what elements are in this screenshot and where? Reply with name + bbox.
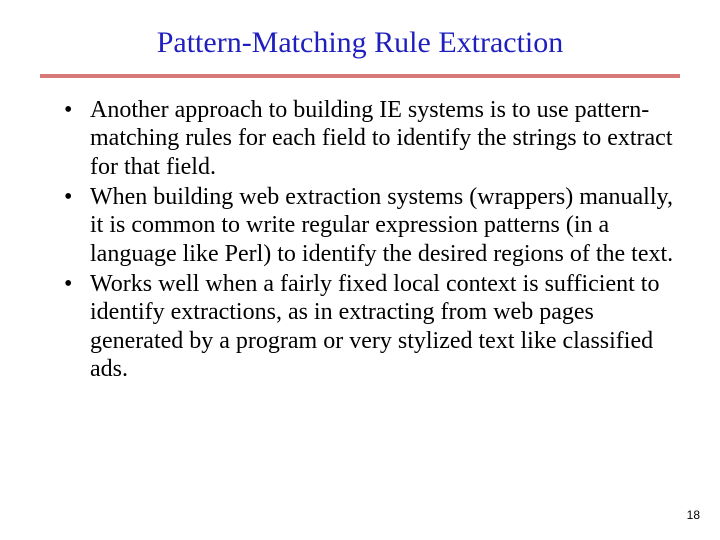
page-number: 18 (687, 508, 700, 522)
list-item: When building web extraction systems (wr… (60, 183, 680, 268)
title-underline (40, 74, 680, 78)
bullet-list: Another approach to building IE systems … (40, 96, 680, 383)
list-item: Works well when a fairly fixed local con… (60, 270, 680, 383)
slide-title: Pattern-Matching Rule Extraction (40, 26, 680, 60)
list-item: Another approach to building IE systems … (60, 96, 680, 181)
slide-content: Pattern-Matching Rule Extraction Another… (0, 0, 720, 383)
